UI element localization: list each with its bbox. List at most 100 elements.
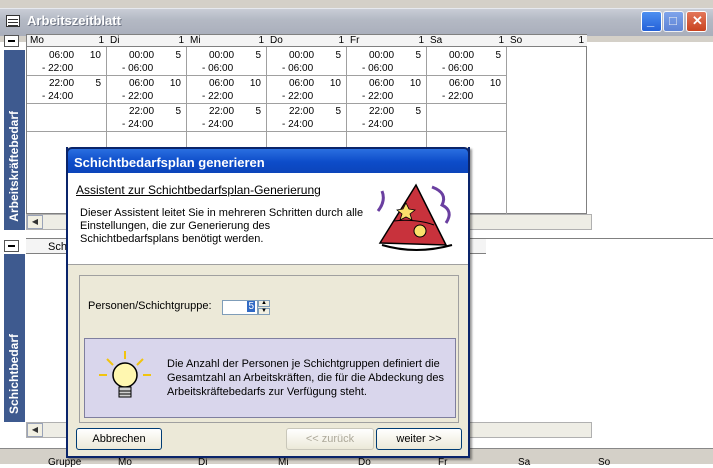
time-from: 00:00: [369, 50, 395, 61]
grid-cell[interactable]: 06:00 - 22:00 10: [187, 76, 267, 104]
grid-cell[interactable]: 06:00 - 22:00 10: [267, 76, 347, 104]
bottom-label: Mi: [278, 457, 289, 468]
count: 5: [95, 78, 101, 89]
count: 5: [335, 106, 341, 117]
day-header: Mi 1: [187, 35, 267, 47]
grid-cell[interactable]: 06:00 - 22:00 10: [427, 76, 507, 104]
time-to: - 24:00: [282, 119, 314, 130]
count: 10: [489, 78, 501, 89]
grid-cell[interactable]: 00:00 - 06:00 5: [187, 48, 267, 76]
day-num: 1: [98, 35, 104, 46]
day-name: So: [510, 35, 523, 46]
count: 10: [249, 78, 261, 89]
count: 5: [335, 50, 341, 61]
band-arbeitskraeftebedarf: Arbeitskräftebedarf: [4, 50, 25, 230]
minimize-button[interactable]: _: [641, 11, 662, 32]
time-from: 22:00: [369, 106, 395, 117]
grid-cell[interactable]: 22:00 - 24:00 5: [27, 76, 107, 104]
persons-field-label: Personen/Schichtgruppe:: [88, 300, 212, 312]
time-from: 06:00: [369, 78, 395, 89]
spin-down-icon[interactable]: ▼: [258, 308, 270, 315]
wizard-hat-icon: [376, 183, 453, 251]
bottom-label: So: [598, 457, 611, 468]
grid-cell[interactable]: 22:00 - 24:00 5: [187, 104, 267, 132]
spin-up-icon[interactable]: ▲: [258, 300, 270, 307]
time-to: - 24:00: [122, 119, 154, 130]
time-from: 22:00: [209, 106, 235, 117]
time-from: 22:00: [289, 106, 315, 117]
lightbulb-icon: [99, 351, 151, 398]
day-header: Di 1: [107, 35, 187, 47]
grid-cell[interactable]: 06:00 - 22:00 10: [347, 76, 427, 104]
day-num: 1: [258, 35, 264, 46]
day-num: 1: [498, 35, 504, 46]
time-to: - 24:00: [362, 119, 394, 130]
time-to: - 22:00: [122, 91, 154, 102]
time-to: - 22:00: [282, 91, 314, 102]
info-text: Die Anzahl der Personen je Schichtgruppe…: [167, 358, 444, 398]
bottom-label: Mo: [118, 457, 132, 468]
day-name: Mo: [30, 35, 44, 46]
collapse-top-button[interactable]: [4, 35, 19, 47]
time-from: 00:00: [289, 50, 315, 61]
shift-sheet-header-label: Sch: [48, 241, 67, 253]
time-to: - 06:00: [122, 63, 154, 74]
close-button[interactable]: ✕: [686, 11, 707, 32]
bottom-label: Sa: [518, 457, 531, 468]
time-from: 00:00: [209, 50, 235, 61]
grid-cell[interactable]: 22:00 - 24:00 5: [347, 104, 427, 132]
count: 5: [415, 106, 421, 117]
count: 5: [175, 106, 181, 117]
dialog-banner: Assistent zur Schichtbedarfsplan-Generie…: [68, 173, 468, 265]
grid-cell[interactable]: 22:00 - 24:00 5: [107, 104, 187, 132]
day-column-so: So 1: [507, 35, 587, 215]
count: 5: [495, 50, 501, 61]
time-to: - 06:00: [362, 63, 394, 74]
dialog-title: Schichtbedarfsplan generieren: [74, 155, 265, 170]
grid-cell[interactable]: 06:00 - 22:00 10: [27, 48, 107, 76]
grid-cell[interactable]: [427, 104, 507, 132]
window-title: Arbeitszeitblatt: [27, 13, 121, 28]
time-to: - 22:00: [42, 63, 74, 74]
next-button[interactable]: weiter >>: [376, 428, 462, 450]
persons-value: 5: [247, 301, 255, 312]
persons-spin-input[interactable]: 5: [222, 300, 258, 315]
count: 10: [89, 50, 101, 61]
time-to: - 22:00: [362, 91, 394, 102]
cancel-button[interactable]: Abbrechen: [76, 428, 162, 450]
grid-cell[interactable]: 00:00 - 06:00 5: [427, 48, 507, 76]
minimize-icon: _: [647, 13, 655, 28]
time-to: - 06:00: [282, 63, 314, 74]
maximize-button[interactable]: □: [663, 11, 684, 32]
back-button[interactable]: << zurück: [286, 428, 374, 450]
day-name: Do: [270, 35, 283, 46]
dialog-description: Dieser Assistent leitet Sie in mehreren …: [80, 207, 364, 245]
grid-cell[interactable]: 00:00 - 06:00 5: [267, 48, 347, 76]
band-label-top: Arbeitskräftebedarf: [7, 111, 21, 222]
close-icon: ✕: [692, 13, 703, 28]
grid-cell[interactable]: [27, 104, 107, 132]
grid-cell[interactable]: 22:00 - 24:00 5: [267, 104, 347, 132]
time-to: - 22:00: [202, 91, 234, 102]
scroll-left-icon[interactable]: ◀: [27, 215, 43, 229]
scroll-left-icon[interactable]: ◀: [27, 423, 43, 437]
maximize-icon: □: [669, 13, 677, 28]
day-header: Mo 1: [27, 35, 107, 47]
time-from: 06:00: [209, 78, 235, 89]
day-header: Do 1: [267, 35, 347, 47]
info-box: Die Anzahl der Personen je Schichtgruppe…: [84, 338, 456, 418]
time-to: - 22:00: [442, 91, 474, 102]
count: 5: [175, 50, 181, 61]
time-to: - 06:00: [442, 63, 474, 74]
dialog-titlebar: Schichtbedarfsplan generieren: [66, 147, 470, 175]
day-header: So 1: [507, 35, 587, 47]
day-num: 1: [338, 35, 344, 46]
worksheet-icon: [6, 15, 20, 27]
collapse-bottom-button[interactable]: [4, 240, 19, 252]
grid-cell[interactable]: 00:00 - 06:00 5: [107, 48, 187, 76]
grid-cell[interactable]: 00:00 - 06:00 5: [347, 48, 427, 76]
bottom-label: Fr: [438, 457, 448, 468]
dialog-content: Personen/Schichtgruppe: 5 ▲ ▼ Die Anzahl…: [79, 275, 459, 423]
grid-cell[interactable]: 06:00 - 22:00 10: [107, 76, 187, 104]
time-from: 22:00: [49, 78, 75, 89]
